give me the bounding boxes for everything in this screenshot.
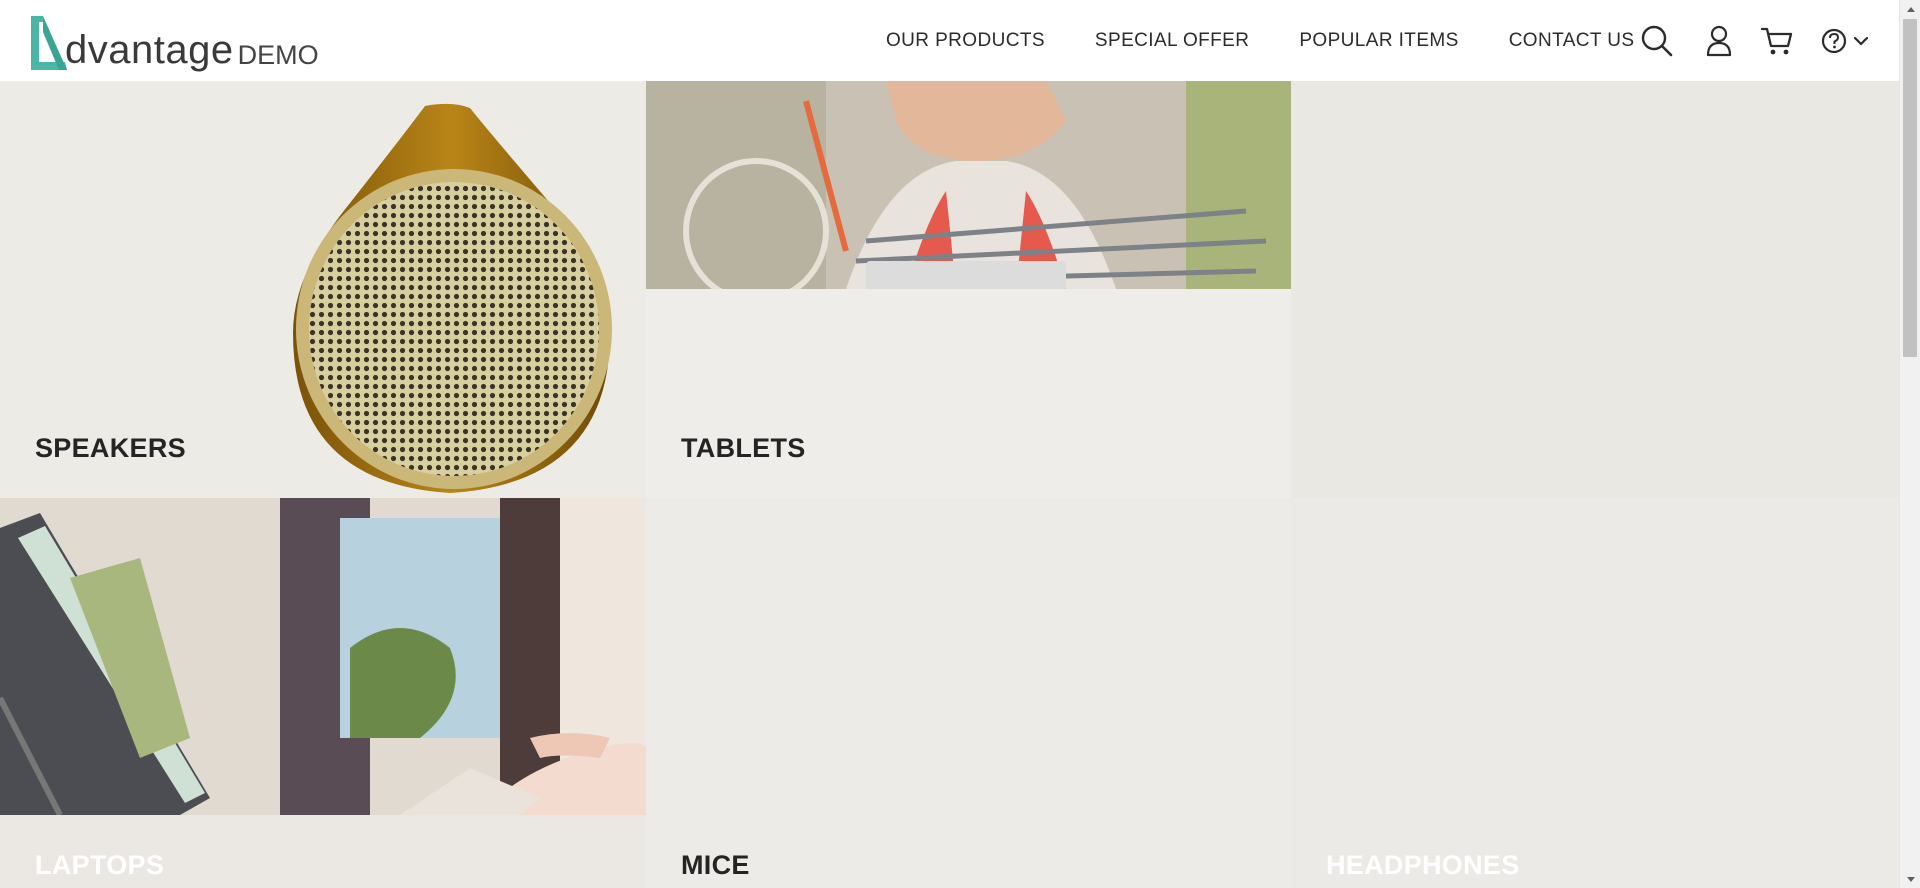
brand-logo[interactable]: dvantage DEMO bbox=[29, 12, 319, 72]
scroll-up-arrow-icon[interactable] bbox=[1900, 0, 1920, 17]
scroll-down-arrow-icon[interactable] bbox=[1900, 871, 1920, 888]
category-tile-mice[interactable]: MICE bbox=[646, 498, 1291, 888]
page-viewport: dvantage DEMO OUR PRODUCTS SPECIAL OFFER… bbox=[0, 0, 1899, 888]
nav-popular-items[interactable]: POPULAR ITEMS bbox=[1299, 30, 1458, 52]
main-nav: OUR PRODUCTS SPECIAL OFFER POPULAR ITEMS… bbox=[886, 30, 1634, 52]
scrollbar-thumb[interactable] bbox=[1903, 19, 1917, 357]
category-label-laptops: LAPTOPS bbox=[35, 850, 165, 880]
top-header: dvantage DEMO OUR PRODUCTS SPECIAL OFFER… bbox=[0, 0, 1899, 81]
nav-our-products[interactable]: OUR PRODUCTS bbox=[886, 30, 1045, 52]
tablet-photo bbox=[646, 81, 1291, 289]
category-label-tablets: TABLETS bbox=[681, 433, 806, 463]
search-icon[interactable] bbox=[1640, 24, 1674, 58]
user-icon[interactable] bbox=[1702, 24, 1736, 58]
brand-suffix: DEMO bbox=[237, 40, 319, 70]
nav-special-offer[interactable]: SPECIAL OFFER bbox=[1095, 30, 1249, 52]
help-icon[interactable] bbox=[1820, 24, 1854, 58]
cart-icon[interactable] bbox=[1760, 24, 1794, 58]
category-label-speakers: SPEAKERS bbox=[35, 433, 186, 463]
vertical-scrollbar[interactable] bbox=[1899, 0, 1920, 888]
nav-contact-us[interactable]: CONTACT US bbox=[1509, 30, 1635, 52]
category-label-headphones: HEADPHONES bbox=[1326, 850, 1520, 880]
category-tile-speakers[interactable]: SPEAKERS bbox=[0, 81, 646, 498]
speaker-image bbox=[293, 103, 612, 494]
category-tile-empty bbox=[1291, 81, 1899, 498]
laptop-photo bbox=[0, 498, 646, 815]
category-label-mice: MICE bbox=[681, 850, 750, 880]
category-tile-headphones[interactable]: HEADPHONES bbox=[1291, 498, 1899, 888]
brand-name: dvantage bbox=[65, 28, 234, 72]
logo-a-icon bbox=[31, 16, 67, 70]
chevron-down-icon[interactable] bbox=[1852, 24, 1870, 58]
